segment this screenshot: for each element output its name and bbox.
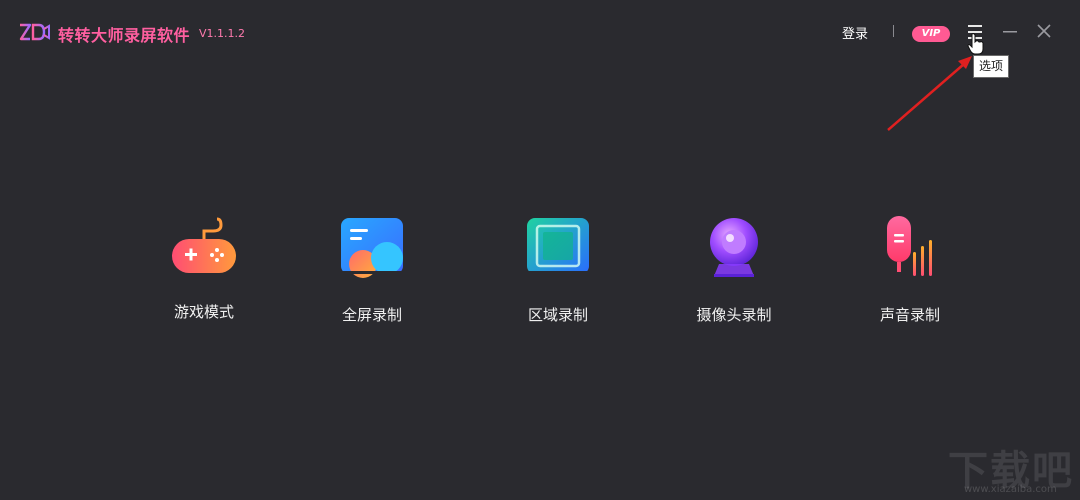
mode-label: 摄像头录制 — [696, 306, 772, 324]
app-window: 转转大师录屏软件 V1.1.1.2 登录 VIP 选项 游戏模式 全屏录制 区域… — [0, 0, 1080, 500]
login-button[interactable]: 登录 — [842, 23, 868, 42]
app-version: V1.1.1.2 — [199, 27, 246, 40]
mode-webcam[interactable]: 摄像头录制 — [674, 214, 794, 324]
mode-region[interactable]: 区域录制 — [498, 214, 618, 324]
divider — [893, 25, 894, 37]
mode-audio[interactable]: 声音录制 — [850, 214, 970, 324]
mode-label: 声音录制 — [879, 306, 940, 324]
mode-label: 游戏模式 — [173, 303, 234, 321]
mode-game[interactable]: 游戏模式 — [144, 215, 264, 325]
watermark: 下载吧 www.xiazaiba.com — [948, 438, 1076, 498]
minimize-icon[interactable] — [1001, 22, 1019, 40]
mode-fullscreen[interactable]: 全屏录制 — [312, 214, 432, 324]
region-record-icon — [527, 218, 589, 274]
zzds-logo-icon — [19, 23, 50, 41]
fullscreen-record-icon — [341, 218, 403, 278]
vip-button[interactable]: VIP — [912, 26, 950, 42]
close-icon[interactable] — [1035, 22, 1053, 40]
app-title: 转转大师录屏软件 — [58, 26, 191, 45]
mode-label: 全屏录制 — [341, 306, 402, 324]
mode-label: 区域录制 — [527, 306, 588, 324]
annotation-arrow-icon — [887, 56, 972, 131]
watermark-url: www.xiazaiba.com — [964, 484, 1057, 495]
microphone-icon — [887, 216, 932, 276]
webcam-icon — [710, 218, 758, 277]
gamepad-icon — [172, 217, 236, 273]
